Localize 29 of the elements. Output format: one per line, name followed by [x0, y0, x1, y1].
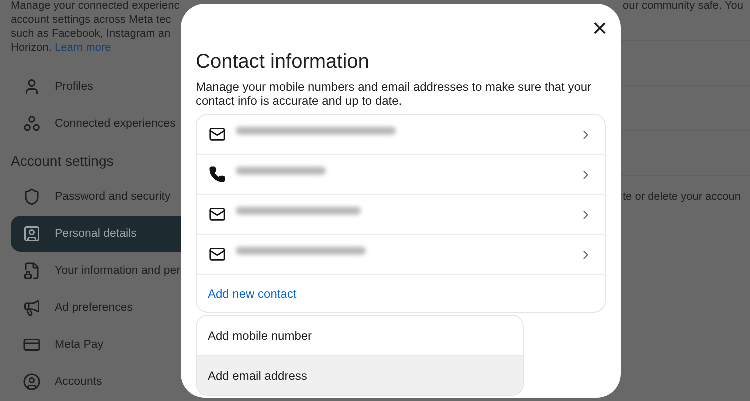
- phone-icon: [209, 166, 226, 183]
- nav-icon: [23, 262, 41, 280]
- nav-item[interactable]: Accounts: [11, 364, 181, 400]
- learn-more-link[interactable]: Learn more: [55, 42, 112, 54]
- nav-icon: [23, 78, 41, 96]
- background-text: our community safe. You: [622, 0, 744, 12]
- mail-icon: [209, 206, 226, 223]
- section-heading: Account settings: [11, 152, 115, 171]
- nav-icon: [23, 373, 41, 392]
- nav-item[interactable]: Password and security: [11, 179, 181, 216]
- close-button[interactable]: ×: [589, 16, 611, 40]
- nav-item[interactable]: Profiles: [11, 68, 181, 105]
- background-text: te or delete your accoun: [622, 191, 742, 203]
- nav-item[interactable]: Connected experiences: [11, 106, 181, 142]
- mail-icon: [209, 126, 226, 143]
- nav-icon: [23, 225, 41, 244]
- mail-icon: [209, 246, 226, 263]
- nav-item[interactable]: Your information and per: [11, 253, 181, 290]
- nav-item[interactable]: Ad preferences: [11, 290, 181, 326]
- intro-paragraph: Manage your connected experienc account settings across Meta tec such as Facebook, Instagram an Horizon. Learn more: [11, 0, 180, 55]
- nav-item[interactable]: Meta Pay: [11, 327, 181, 364]
- menu-item[interactable]: Add mobile number: [197, 316, 523, 356]
- nav-icon: [23, 188, 41, 206]
- dialog-title: Contact information: [196, 50, 370, 74]
- nav-icon: [23, 299, 41, 318]
- menu-item[interactable]: Add email address: [197, 356, 523, 395]
- nodes-icon: [23, 114, 41, 132]
- dialog-description: Manage your mobile numbers and email addresses to make sure that your contact info is accurate and up to date.: [196, 80, 593, 108]
- add-contact-link[interactable]: Add new contact: [197, 275, 605, 312]
